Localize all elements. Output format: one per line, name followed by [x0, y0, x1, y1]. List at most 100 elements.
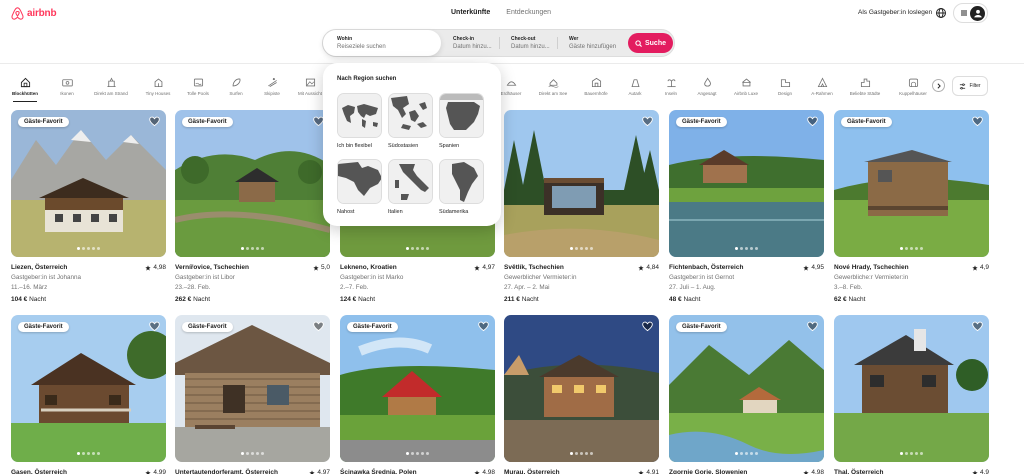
tab-stays[interactable]: Unterkünfte: [451, 9, 490, 16]
region-label: Ich bin flexibel: [337, 143, 372, 149]
heart-icon[interactable]: [642, 116, 653, 127]
avatar: [970, 5, 985, 21]
region-spain[interactable]: Spanien: [439, 93, 484, 149]
category-label: Blockhütten: [11, 91, 38, 96]
search-bar: Wohin Reiseziele suchen Check-in Datum h…: [322, 29, 675, 57]
carousel-dots: [175, 247, 330, 250]
star-icon: [474, 264, 480, 271]
search-button[interactable]: Suche: [628, 33, 673, 53]
category-domes[interactable]: Kuppelhäuser: [895, 77, 931, 96]
listing-card[interactable]: Gäste-Favorit Nové Hrady, Tschechien 4,9 Ge…: [834, 110, 989, 303]
category-design[interactable]: Design: [767, 77, 803, 96]
middle-east-map-icon: [337, 159, 382, 204]
where-field[interactable]: Wohin Reiseziele suchen: [323, 30, 441, 56]
heart-icon[interactable]: [642, 321, 653, 332]
category-lakefront[interactable]: Direkt am See: [535, 77, 571, 96]
checkin-field[interactable]: Check-in Datum hinzu...: [441, 30, 499, 56]
listing-info: Nové Hrady, Tschechien 4,9 Gewerbliche:r V…: [834, 264, 989, 303]
listing-rating: 4,84: [638, 264, 659, 271]
listing-price: 211 € Nacht: [504, 296, 659, 303]
heart-icon[interactable]: [313, 321, 324, 332]
where-input[interactable]: Reiseziele suchen: [337, 44, 441, 50]
category-off-the-grid[interactable]: Autark: [617, 77, 653, 96]
rating-value: 4,97: [482, 264, 495, 271]
farm-icon: [591, 77, 601, 88]
listing-card[interactable]: Gäste-Favorit Untertautendorferamt, Öster…: [175, 315, 330, 474]
airbnb-logo[interactable]: airbnb: [11, 7, 57, 20]
region-southeast-asia[interactable]: Südostasien: [388, 93, 433, 149]
region-search-popup: Nach Region suchen Ich bin flexibel Südo…: [323, 63, 501, 226]
category-islands[interactable]: Inseln: [653, 77, 689, 96]
heart-icon[interactable]: [807, 116, 818, 127]
region-middle-east[interactable]: Nahost: [337, 159, 382, 215]
heart-icon[interactable]: [149, 116, 160, 127]
listing-card[interactable]: Gäste-Favorit Ścinawka Średnia, Polen 4,98: [340, 315, 495, 474]
listing-photo[interactable]: Gäste-Favorit: [834, 110, 989, 257]
filter-button[interactable]: Filter: [952, 76, 988, 96]
listing-photo[interactable]: Gäste-Favorit: [175, 110, 330, 257]
listing-card[interactable]: Gäste-Favorit Liezen, Österreich 4,98 Gastg…: [11, 110, 166, 303]
tab-experiences[interactable]: Entdeckungen: [506, 9, 551, 16]
listing-photo[interactable]: Gäste-Favorit: [11, 315, 166, 462]
listing-image: [340, 315, 495, 462]
region-flexible[interactable]: Ich bin flexibel: [337, 93, 382, 149]
listing-photo[interactable]: Gäste-Favorit: [11, 110, 166, 257]
listing-photo[interactable]: Gäste-Favorit: [669, 110, 824, 257]
southeast-asia-map-icon: [388, 93, 433, 138]
category-trending[interactable]: Angesagt: [689, 77, 725, 96]
heart-icon[interactable]: [478, 321, 489, 332]
listing-photo[interactable]: [834, 315, 989, 462]
listing-photo[interactable]: [504, 110, 659, 257]
user-menu-button[interactable]: [953, 3, 988, 23]
listing-card[interactable]: Gäste-Favorit Fichtenbach, Österreich 4,95…: [669, 110, 824, 303]
listing-card[interactable]: Thal, Österreich 4,9: [834, 315, 989, 474]
luxe-icon: [741, 78, 751, 87]
category-beachfront[interactable]: Direkt am Strand: [93, 77, 129, 96]
region-south-america[interactable]: Südamerika: [439, 159, 484, 215]
category-luxe[interactable]: Airbnb Luxe: [728, 77, 764, 96]
heart-icon[interactable]: [972, 321, 983, 332]
category-label: Direkt am See: [538, 91, 568, 96]
guests-field[interactable]: Wer Gäste hinzufügen: [557, 30, 627, 56]
category-ski-in-out[interactable]: Skipiste: [254, 77, 290, 96]
category-surfing[interactable]: Surfen: [218, 77, 254, 96]
checkout-value: Datum hinzu...: [511, 44, 550, 50]
category-cabins[interactable]: Blockhütten: [7, 77, 43, 102]
region-italy[interactable]: Italien: [388, 159, 433, 215]
listing-rating: 4,97: [309, 469, 330, 474]
listing-card[interactable]: Světlík, Tschechien 4,84 Gewerblicher Verm…: [504, 110, 659, 303]
listing-image: [175, 110, 330, 257]
guest-favorite-badge: Gäste-Favorit: [18, 117, 69, 127]
category-label: Direkt am Strand: [94, 91, 128, 96]
cabin-icon: [20, 77, 30, 88]
heart-icon[interactable]: [972, 116, 983, 127]
category-icons[interactable]: Ikonen: [49, 77, 85, 96]
categories-next-button[interactable]: [932, 79, 945, 92]
listing-card[interactable]: Murau, Österreich 4,91: [504, 315, 659, 474]
price-unit: Nacht: [848, 296, 866, 303]
category-a-frames[interactable]: A-Rahmen: [804, 77, 840, 96]
category-iconic-cities[interactable]: Beliebte Städte: [847, 77, 883, 96]
listing-photo[interactable]: [504, 315, 659, 462]
listing-image: [669, 315, 824, 462]
checkout-field[interactable]: Check-out Datum hinzu...: [499, 30, 557, 56]
listing-photo[interactable]: Gäste-Favorit: [340, 315, 495, 462]
heart-icon[interactable]: [149, 321, 160, 332]
pool-icon: [193, 78, 203, 87]
listing-card[interactable]: Gäste-Favorit Gasen, Österreich 4,99: [11, 315, 166, 474]
listing-photo[interactable]: Gäste-Favorit: [669, 315, 824, 462]
become-host-link[interactable]: Als Gastgeber:in loslegen: [858, 9, 932, 16]
price-value: 262 €: [175, 296, 192, 303]
listing-card[interactable]: Gäste-Favorit Vernířovice, Tschechien 5,0 G…: [175, 110, 330, 303]
listing-card[interactable]: Gäste-Favorit Zgornje Gorje, Slowenien 4,9…: [669, 315, 824, 474]
category-farms[interactable]: Bauernhöfe: [578, 77, 614, 96]
category-amazing-pools[interactable]: Tolle Pools: [180, 77, 216, 96]
category-label: Bauernhöfe: [584, 91, 608, 96]
listing-rating: 4,9: [972, 469, 989, 474]
globe-icon[interactable]: [935, 7, 947, 19]
listing-location: Untertautendorferamt, Österreich: [175, 469, 278, 474]
heart-icon[interactable]: [807, 321, 818, 332]
listing-photo[interactable]: Gäste-Favorit: [175, 315, 330, 462]
category-tiny-houses[interactable]: Tiny Houses: [140, 77, 176, 96]
hamburger-icon: [961, 10, 967, 16]
